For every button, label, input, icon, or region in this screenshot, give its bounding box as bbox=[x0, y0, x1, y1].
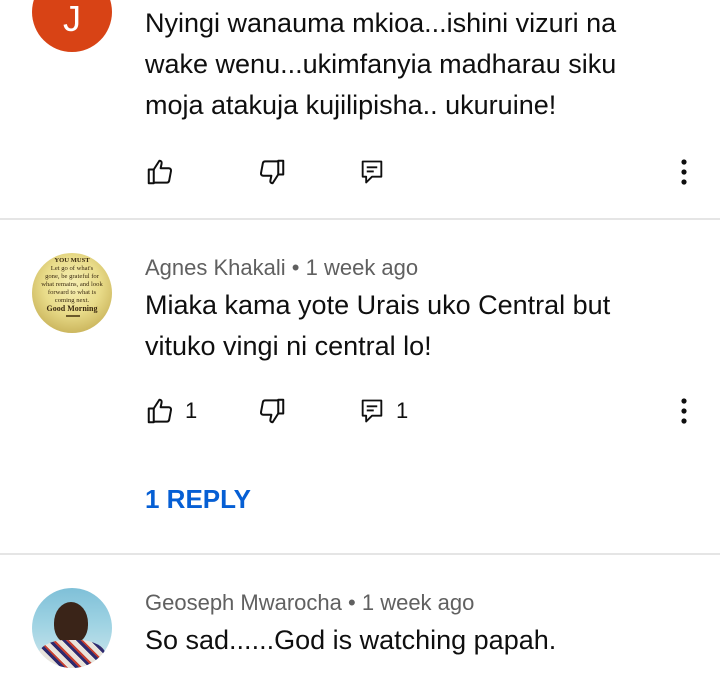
avatar-text-line: forward to what is bbox=[47, 289, 97, 296]
comment-actions bbox=[0, 152, 720, 192]
comment-divider bbox=[0, 553, 720, 555]
avatar-text-line: Good Morning bbox=[46, 304, 98, 313]
comment-divider bbox=[0, 218, 720, 220]
avatar-text-line: what remains, and look bbox=[41, 281, 103, 288]
avatar[interactable]: YOU MUST Let go of what's gone, be grate… bbox=[32, 253, 112, 333]
author-name[interactable]: Geoseph Mwarocha bbox=[145, 590, 342, 615]
avatar[interactable] bbox=[32, 588, 112, 668]
comment-text-line: Miaka kama yote Urais uko Central but bbox=[145, 290, 611, 320]
dislike-button[interactable] bbox=[257, 391, 287, 431]
comment-text-line: wake wenu...ukimfanyia madharau siku bbox=[145, 49, 617, 79]
avatar-letter: J bbox=[63, 0, 81, 39]
dislike-button[interactable] bbox=[257, 152, 287, 192]
dislike-icon bbox=[259, 398, 285, 424]
avatar-dock-graphic bbox=[66, 315, 80, 327]
comment-actions: 1 1 bbox=[0, 391, 720, 431]
like-count: 1 bbox=[185, 398, 198, 423]
reply-icon bbox=[361, 160, 383, 184]
comment-text: Nyingi wanauma mkioa...ishini vizuri na … bbox=[145, 3, 690, 126]
avatar-shirt bbox=[38, 640, 106, 668]
reply-icon bbox=[361, 399, 383, 423]
view-replies-link[interactable]: 1 REPLY bbox=[145, 484, 251, 515]
comment-text: So sad......God is watching papah. bbox=[145, 620, 690, 661]
dislike-icon bbox=[259, 159, 285, 185]
reply-button[interactable] bbox=[358, 152, 386, 192]
avatar-head bbox=[54, 602, 88, 644]
like-button[interactable]: 1 bbox=[145, 391, 197, 431]
more-options-button[interactable] bbox=[670, 391, 698, 431]
more-vert-icon bbox=[681, 159, 687, 185]
comment-meta: Agnes Khakali • 1 week ago bbox=[145, 255, 418, 281]
author-name[interactable]: Agnes Khakali bbox=[145, 255, 286, 280]
avatar-image-text: YOU MUST Let go of what's gone, be grate… bbox=[40, 257, 104, 313]
like-button[interactable] bbox=[145, 152, 175, 192]
avatar[interactable]: J bbox=[32, 0, 112, 52]
comment-text-line: Nyingi wanauma mkioa...ishini vizuri na bbox=[145, 8, 617, 38]
reply-count: 1 bbox=[396, 398, 409, 423]
meta-separator: • bbox=[348, 590, 356, 615]
more-vert-icon bbox=[681, 398, 687, 424]
reply-button[interactable]: 1 bbox=[358, 391, 408, 431]
comment-text: Miaka kama yote Urais uko Central but vi… bbox=[145, 285, 690, 367]
more-options-button[interactable] bbox=[670, 152, 698, 192]
like-icon bbox=[147, 398, 173, 424]
comment-text-line: So sad......God is watching papah. bbox=[145, 625, 557, 655]
avatar-text-line: gone, be grateful for bbox=[45, 273, 99, 280]
like-icon bbox=[147, 159, 173, 185]
comment-time[interactable]: 1 week ago bbox=[306, 255, 419, 280]
meta-separator: • bbox=[291, 255, 300, 280]
avatar-text-line: Let go of what's bbox=[50, 265, 94, 272]
comment-text-line: moja atakuja kujilipisha.. ukuruine! bbox=[145, 90, 557, 120]
avatar-text-line: YOU MUST bbox=[54, 257, 90, 264]
comment-time[interactable]: 1 week ago bbox=[362, 590, 475, 615]
comment-meta: Geoseph Mwarocha • 1 week ago bbox=[145, 590, 474, 616]
comment-text-line: vituko vingi ni central lo! bbox=[145, 331, 432, 361]
